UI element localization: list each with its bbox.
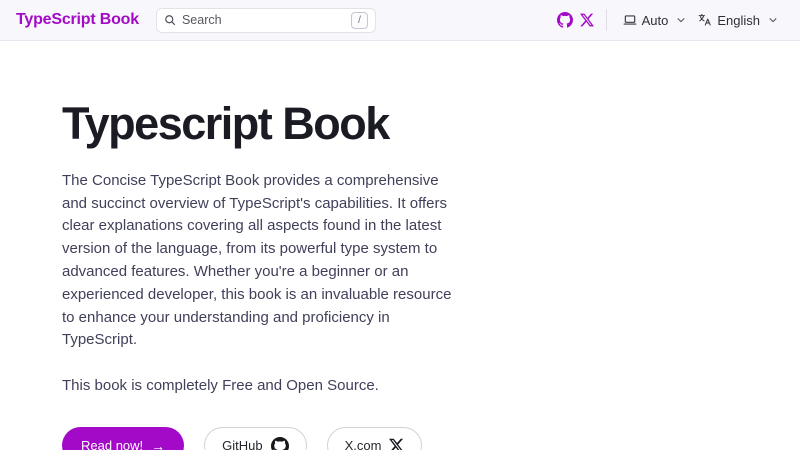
slash-key-icon: / bbox=[351, 12, 368, 29]
search-placeholder: Search bbox=[182, 13, 222, 27]
page-title: Typescript Book bbox=[62, 98, 800, 150]
github-button[interactable]: GitHub bbox=[204, 427, 306, 450]
hero-tagline: This book is completely Free and Open So… bbox=[62, 377, 800, 394]
navbar: TypeScript Book Search / bbox=[0, 0, 800, 41]
search-icon bbox=[164, 14, 176, 26]
github-icon[interactable] bbox=[554, 9, 576, 31]
translate-icon bbox=[698, 13, 712, 27]
language-switcher[interactable]: English bbox=[692, 0, 784, 40]
site-logo[interactable]: TypeScript Book bbox=[16, 11, 139, 29]
x-icon[interactable] bbox=[576, 9, 598, 31]
hero-actions: Read now! → GitHub X.com bbox=[62, 427, 800, 450]
chevron-down-icon bbox=[768, 15, 778, 25]
appearance-label: Auto bbox=[642, 13, 669, 28]
navbar-actions: Auto English bbox=[554, 0, 784, 40]
github-button-label: GitHub bbox=[222, 438, 262, 450]
chevron-down-icon bbox=[676, 15, 686, 25]
github-icon bbox=[271, 437, 289, 450]
x-com-button-label: X.com bbox=[345, 438, 382, 450]
read-now-label: Read now! bbox=[81, 438, 143, 450]
hero-description: The Concise TypeScript Book provides a c… bbox=[62, 170, 466, 352]
arrow-right-icon: → bbox=[151, 439, 165, 450]
read-now-button[interactable]: Read now! → bbox=[62, 427, 184, 450]
x-icon bbox=[389, 438, 404, 450]
x-com-button[interactable]: X.com bbox=[327, 427, 423, 450]
search-input[interactable]: Search / bbox=[156, 8, 376, 33]
nav-divider bbox=[606, 9, 607, 31]
appearance-switcher[interactable]: Auto bbox=[617, 0, 693, 40]
language-label: English bbox=[717, 13, 760, 28]
laptop-icon bbox=[623, 13, 637, 27]
hero-section: Typescript Book The Concise TypeScript B… bbox=[0, 41, 800, 450]
